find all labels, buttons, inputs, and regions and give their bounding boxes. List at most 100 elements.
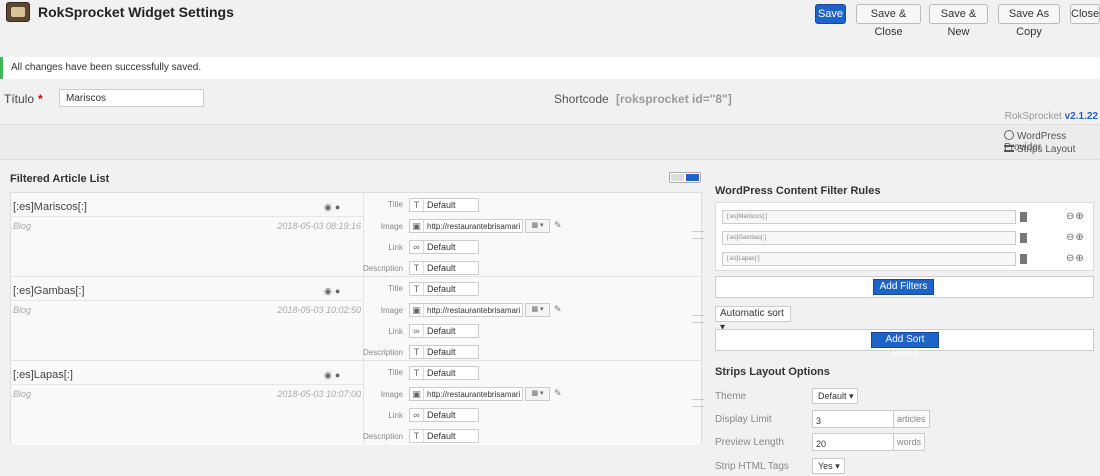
- divider: [11, 384, 364, 385]
- link-select-value: Default: [427, 410, 456, 420]
- filter-rule-field[interactable]: [:es]Gambas[:]: [722, 231, 1016, 245]
- plus-icon[interactable]: ⊕: [1075, 211, 1084, 222]
- filter-type-icon[interactable]: [1020, 254, 1027, 264]
- image-url-field[interactable]: ▣ http://restaurantebrisamari: [409, 387, 523, 401]
- titulo-input[interactable]: [59, 89, 204, 107]
- eye-icon[interactable]: ◉: [324, 370, 335, 380]
- close-button[interactable]: Close: [1070, 4, 1100, 24]
- article-info: [:es]Gambas[:] ◉● Blog 2018-05-03 10:02:…: [11, 277, 364, 360]
- save-as-copy-button[interactable]: Save As Copy: [998, 4, 1060, 38]
- title-field-label: Title: [388, 368, 403, 377]
- image-picker-button[interactable]: ▦ ▾: [525, 219, 550, 233]
- title-select-value: Default: [427, 200, 456, 210]
- compact-view-icon[interactable]: [671, 174, 684, 181]
- title-field-label: Title: [388, 284, 403, 293]
- link-select[interactable]: ∞ Default: [409, 408, 479, 422]
- add-filters-button[interactable]: Add Filters: [873, 279, 934, 295]
- view-toggle[interactable]: [669, 172, 701, 183]
- title-select-value: Default: [427, 284, 456, 294]
- strips-options-title: Strips Layout Options: [715, 366, 830, 378]
- divider: [11, 216, 364, 217]
- wordpress-icon: [1004, 130, 1014, 140]
- text-icon: T: [410, 262, 424, 274]
- plus-icon[interactable]: ⊕: [1075, 232, 1084, 243]
- title-select[interactable]: T Default: [409, 198, 479, 212]
- text-icon: T: [410, 346, 424, 358]
- success-notice: All changes have been successfully saved…: [0, 57, 1100, 79]
- link-field-label: Link: [388, 243, 403, 252]
- drag-icon[interactable]: [692, 315, 704, 323]
- image-picker-button[interactable]: ▦ ▾: [525, 387, 550, 401]
- image-url-field[interactable]: ▣ http://restaurantebrisamari: [409, 219, 523, 233]
- image-url-value: http://restaurantebrisamari: [427, 306, 521, 315]
- link-select[interactable]: ∞ Default: [409, 240, 479, 254]
- edit-icon[interactable]: ✎: [554, 304, 562, 315]
- description-select[interactable]: T Default: [409, 261, 479, 275]
- description-select[interactable]: T Default: [409, 429, 479, 443]
- strip-html-value: Yes: [818, 461, 833, 471]
- sort-select[interactable]: Automatic sort ▾: [715, 306, 791, 333]
- provider-bar: WordPress Provider Strips Layout: [0, 124, 1100, 160]
- save-new-button[interactable]: Save & New: [929, 4, 988, 38]
- filter-type-icon[interactable]: [1020, 212, 1027, 222]
- text-icon: T: [410, 283, 424, 295]
- top-bar: RokSprocket Widget Settings Save Save & …: [0, 0, 1100, 52]
- list-item[interactable]: [:es]Lapas[:] ◉● Blog 2018-05-03 10:07:0…: [11, 361, 704, 445]
- link-icon: ∞: [410, 325, 424, 337]
- link-field-label: Link: [388, 411, 403, 420]
- drag-icon[interactable]: [692, 399, 704, 407]
- filter-rule-field[interactable]: [:es]Lapas[:]: [722, 252, 1016, 266]
- save-button[interactable]: Save: [815, 4, 846, 24]
- page-title: RokSprocket Widget Settings: [38, 4, 234, 20]
- image-icon: ▣: [410, 304, 424, 316]
- app-logo: [6, 2, 30, 22]
- edit-icon[interactable]: ✎: [554, 388, 562, 399]
- layout-item[interactable]: Strips Layout: [1004, 144, 1075, 155]
- shortcode-value: [roksprocket id="8"]: [616, 92, 732, 106]
- filter-rule-field[interactable]: [:es]Mariscos[:]: [722, 210, 1016, 224]
- description-select-value: Default: [427, 431, 456, 441]
- article-category: Blog: [13, 221, 32, 231]
- filter-controls: ⊖⊕: [1066, 253, 1085, 264]
- description-select[interactable]: T Default: [409, 345, 479, 359]
- list-item[interactable]: [:es]Gambas[:] ◉● Blog 2018-05-03 10:02:…: [11, 277, 704, 361]
- eye-icon[interactable]: ◉: [324, 202, 335, 212]
- edit-icon[interactable]: ✎: [554, 220, 562, 231]
- link-field-label: Link: [388, 327, 403, 336]
- article-list: [:es]Mariscos[:] ◉● Blog 2018-05-03 08:1…: [10, 192, 704, 445]
- image-field-label: Image: [380, 222, 403, 231]
- drag-icon[interactable]: [692, 231, 704, 239]
- title-select[interactable]: T Default: [409, 366, 479, 380]
- link-select-value: Default: [427, 326, 456, 336]
- strip-html-select[interactable]: Yes ▾: [812, 458, 845, 474]
- display-limit-unit: articles: [894, 410, 930, 428]
- link-select[interactable]: ∞ Default: [409, 324, 479, 338]
- minus-icon[interactable]: ⊖: [1066, 232, 1075, 243]
- list-item[interactable]: [:es]Mariscos[:] ◉● Blog 2018-05-03 08:1…: [11, 193, 704, 277]
- theme-select[interactable]: Default ▾: [812, 388, 858, 404]
- titulo-label-text: Título: [4, 92, 35, 106]
- save-close-button[interactable]: Save & Close: [856, 4, 921, 38]
- divider: [11, 300, 364, 301]
- display-limit-input[interactable]: [812, 410, 894, 428]
- article-title: [:es]Lapas[:]: [13, 369, 73, 381]
- image-picker-button[interactable]: ▦ ▾: [525, 303, 550, 317]
- minus-icon[interactable]: ⊖: [1066, 253, 1075, 264]
- minus-icon[interactable]: ⊖: [1066, 211, 1075, 222]
- preview-length-unit: words: [894, 433, 926, 451]
- plus-icon[interactable]: ⊕: [1075, 253, 1084, 264]
- display-limit-label: Display Limit: [715, 414, 772, 425]
- filter-rules-title: WordPress Content Filter Rules: [715, 185, 881, 197]
- text-icon: T: [410, 430, 424, 442]
- article-list-title: Filtered Article List: [10, 173, 110, 185]
- preview-length-input[interactable]: [812, 433, 894, 451]
- add-sort-rules-button[interactable]: Add Sort Rules: [871, 332, 939, 359]
- expanded-view-icon[interactable]: [686, 174, 699, 181]
- filter-type-icon[interactable]: [1020, 233, 1027, 243]
- eye-icon[interactable]: ◉: [324, 286, 335, 296]
- filter-controls: ⊖⊕: [1066, 211, 1085, 222]
- title-select[interactable]: T Default: [409, 282, 479, 296]
- image-url-field[interactable]: ▣ http://restaurantebrisamari: [409, 303, 523, 317]
- article-actions: ◉●: [324, 370, 343, 381]
- link-icon: ∞: [410, 241, 424, 253]
